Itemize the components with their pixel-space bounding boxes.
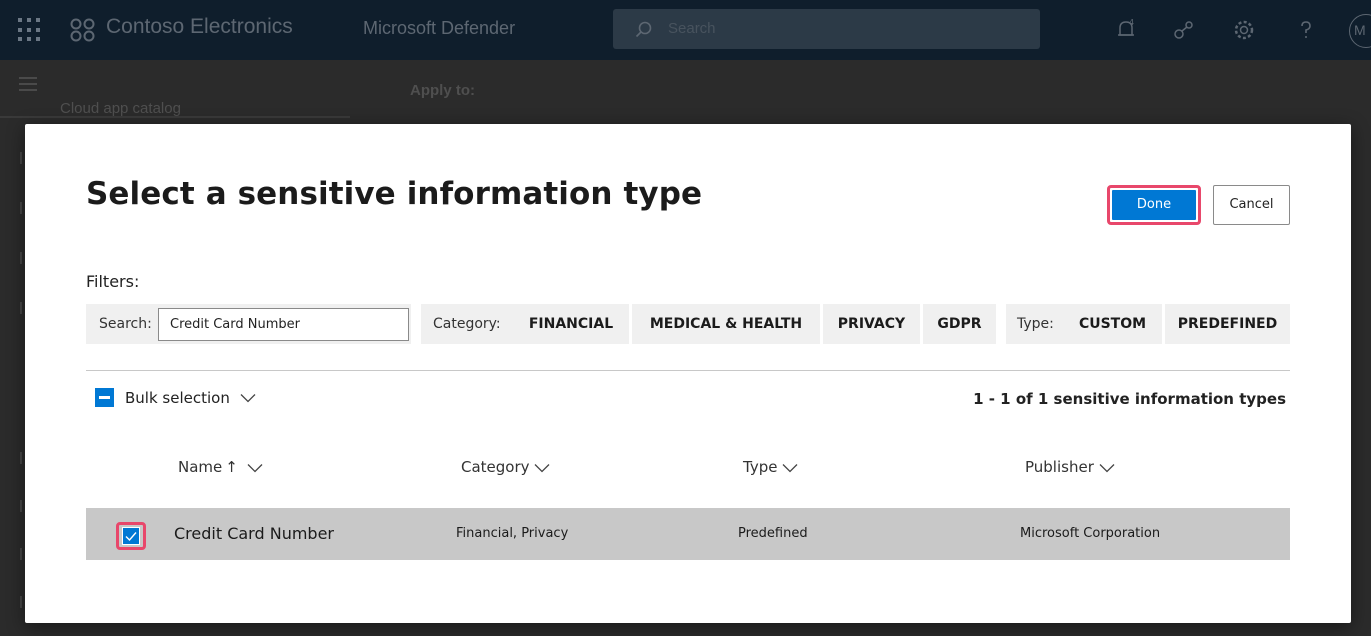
search-icon <box>635 21 652 38</box>
column-header-category[interactable]: Category <box>461 458 550 476</box>
search-label: Search: <box>99 316 152 332</box>
done-button[interactable]: Done <box>1107 185 1201 225</box>
section-divider <box>86 370 1290 371</box>
category-chip-privacy[interactable]: PRIVACY <box>823 304 920 344</box>
apply-to-label: Apply to: <box>410 82 475 99</box>
sort-up-icon: ↑ <box>225 458 238 476</box>
bell-icon[interactable]: 4 <box>1114 18 1138 42</box>
category-label: Category: <box>433 316 501 332</box>
bulk-selection-label[interactable]: Bulk selection <box>125 389 230 407</box>
chevron-down-icon <box>534 463 550 472</box>
global-search-placeholder: Search <box>668 20 716 37</box>
type-chip-custom[interactable]: CUSTOM <box>1063 304 1162 344</box>
notification-count: 4 <box>1129 18 1134 27</box>
category-chip-gdpr[interactable]: GDPR <box>923 304 996 344</box>
check-icon <box>125 532 137 542</box>
column-header-name-label: Name <box>178 458 223 476</box>
chevron-down-icon[interactable] <box>240 393 256 403</box>
org-name[interactable]: Contoso Electronics <box>106 15 293 39</box>
share-icon[interactable] <box>1172 18 1196 42</box>
done-button-label: Done <box>1112 190 1196 220</box>
column-header-type-label: Type <box>743 458 778 476</box>
hamburger-icon[interactable] <box>19 77 37 95</box>
column-header-type[interactable]: Type <box>743 458 798 476</box>
row-publisher: Microsoft Corporation <box>1020 526 1161 541</box>
type-filter-group: Type: CUSTOM PREDEFINED <box>1006 304 1290 344</box>
nav-item-cloud-app-catalog[interactable]: Cloud app catalog <box>60 100 181 117</box>
cancel-button[interactable]: Cancel <box>1213 185 1290 225</box>
top-bar: Contoso Electronics Microsoft Defender S… <box>0 0 1371 60</box>
filters-label: Filters: <box>86 272 140 291</box>
waffle-icon[interactable] <box>18 18 42 42</box>
type-label: Type: <box>1017 316 1054 332</box>
row-type: Predefined <box>738 526 808 541</box>
product-name[interactable]: Microsoft Defender <box>363 18 515 39</box>
table-row[interactable]: Credit Card Number Financial, Privacy Pr… <box>86 508 1290 560</box>
dialog-title: Select a sensitive information type <box>86 176 703 212</box>
results-count: 1 - 1 of 1 sensitive information types <box>973 390 1286 408</box>
checkbox-checked <box>122 527 140 545</box>
bulk-selection-checkbox[interactable] <box>95 388 114 407</box>
column-header-publisher[interactable]: Publisher <box>1025 458 1115 476</box>
chevron-down-icon <box>782 463 798 472</box>
chevron-down-icon <box>247 463 263 472</box>
nav-divider <box>0 116 350 118</box>
help-icon[interactable] <box>1294 18 1318 42</box>
global-search[interactable]: Search <box>613 9 1040 49</box>
category-chip-financial[interactable]: FINANCIAL <box>513 304 629 344</box>
category-filter-group: Category: FINANCIAL MEDICAL & HEALTH PRI… <box>421 304 996 344</box>
search-input[interactable] <box>158 308 409 341</box>
gear-icon[interactable] <box>1232 18 1256 42</box>
column-header-name[interactable]: Name ↑ <box>178 458 263 476</box>
row-name: Credit Card Number <box>174 524 334 543</box>
chevron-down-icon <box>1099 463 1115 472</box>
row-checkbox[interactable] <box>116 522 146 550</box>
select-sensitive-info-type-dialog: Select a sensitive information type Done… <box>25 124 1351 623</box>
column-header-publisher-label: Publisher <box>1025 458 1094 476</box>
row-category: Financial, Privacy <box>456 526 569 541</box>
avatar[interactable]: M <box>1349 14 1371 48</box>
type-chip-predefined[interactable]: PREDEFINED <box>1165 304 1290 344</box>
column-header-category-label: Category <box>461 458 530 476</box>
logo-icon <box>70 18 95 42</box>
category-chip-medical-health[interactable]: MEDICAL & HEALTH <box>632 304 820 344</box>
